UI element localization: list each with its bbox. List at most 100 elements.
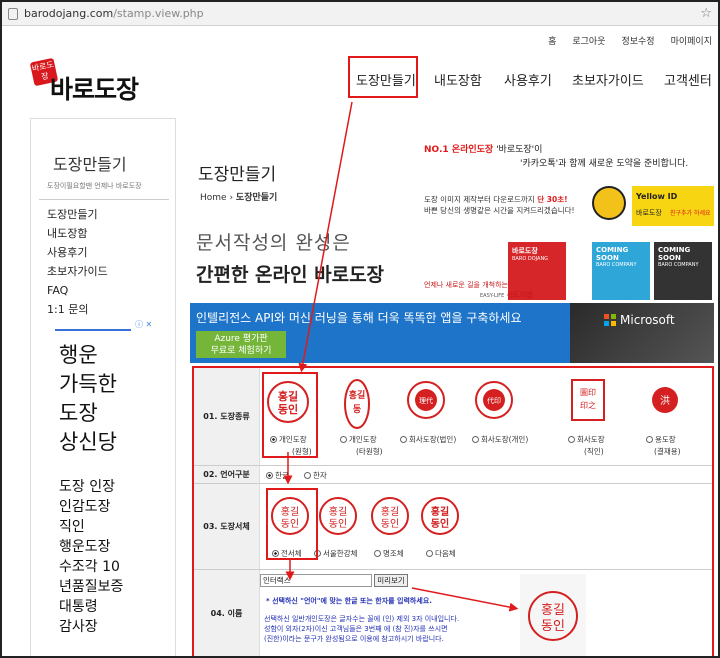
util-link-mypage[interactable]: 마이페이지: [671, 34, 712, 47]
ms-headline: 인텔리전스 API와 머신 러닝을 통해 더욱 똑똑한 앱을 구축하세요: [196, 311, 522, 325]
stamp-preview-image: 홍길 동인: [520, 574, 586, 658]
form-row-language: 02. 언어구분 한글 한자: [194, 466, 712, 484]
sidebar-item-reviews[interactable]: 사용후기: [47, 243, 108, 262]
svg-text:홍길: 홍길: [329, 505, 347, 518]
stamp-seal-icon[interactable]: 圖印 印之: [570, 378, 606, 424]
main-nav: 도장만들기 내도장함 사용후기 초보자가이드 고객센터: [348, 56, 720, 98]
svg-text:홍길: 홍길: [349, 389, 366, 401]
azure-trial-button[interactable]: Azure 평가판 무료로 체험하기: [196, 331, 286, 358]
ad-banner-microsoft[interactable]: 인텔리전스 API와 머신 러닝을 통해 더욱 똑똑한 앱을 구축하세요 Azu…: [190, 303, 714, 363]
sidebar: 도장만들기 도장이필요할땐 언제나 바로도장 도장만들기 내도장함 사용후기 초…: [30, 118, 176, 658]
stamp-company-personal-icon[interactable]: 代印: [474, 378, 514, 422]
svg-text:圖印: 圖印: [580, 388, 596, 397]
radio-stamp-type-company-personal[interactable]: 회사도장(개인): [472, 434, 528, 445]
ad-top-line: [55, 329, 131, 331]
sidebar-divider: [39, 199, 169, 200]
svg-text:홍길: 홍길: [541, 603, 565, 618]
promo-line-2: '카카오톡'과 함께 새로운 도약을 준비합니다.: [520, 159, 689, 169]
svg-text:동: 동: [353, 404, 361, 415]
svg-text:代印: 代印: [487, 396, 501, 405]
promo-line-4: 언제나 새로운 길을 개척하는: [424, 281, 508, 289]
page-icon: [8, 7, 18, 20]
sidebar-title: 도장만들기: [53, 155, 127, 174]
stamp-order-form: 01. 도장종류 홍길 동인 홍길 동 理代 代印 圖印 印之 洪 개인도장 (…: [192, 366, 714, 658]
url-text[interactable]: barodojang.com/stamp.view.php: [24, 7, 700, 20]
svg-text:동인: 동인: [381, 518, 399, 530]
nav-item-beginner-guide[interactable]: 초보자가이드: [572, 70, 644, 89]
stamp-oval-icon[interactable]: 홍길 동: [342, 376, 372, 432]
svg-text:印之: 印之: [580, 400, 596, 410]
form-row-stamp-type: 01. 도장종류 홍길 동인 홍길 동 理代 代印 圖印 印之 洪 개인도장 (…: [194, 368, 712, 466]
form-row-name: 04. 이름 인터랙스 미리보기 * 선택하신 "언어"에 맞는 한글 또는 한…: [194, 570, 712, 658]
sidebar-subtitle: 도장이필요할땐 언제나 바로도장: [47, 182, 142, 190]
breadcrumb-current: 도장만들기: [235, 193, 278, 203]
svg-text:동인: 동인: [431, 517, 449, 530]
font-daum-icon[interactable]: 홍길 동인: [420, 494, 460, 540]
promo-tile-coming-soon-1[interactable]: COMING SOON BARO COMPANY: [592, 242, 650, 300]
font-seoul-hangang-icon[interactable]: 홍길 동인: [318, 494, 358, 540]
svg-text:理代: 理代: [419, 396, 433, 405]
util-link-edit-profile[interactable]: 정보수정: [621, 34, 654, 47]
stamp-approval-icon[interactable]: 洪: [650, 384, 680, 418]
svg-text:동인: 동인: [541, 619, 565, 634]
sidebar-menu: 도장만들기 내도장함 사용후기 초보자가이드 FAQ 1:1 문의: [47, 205, 108, 319]
promo-line-5: EASY-LIFE 선도기업: [480, 291, 533, 299]
breadcrumb-home[interactable]: Home: [200, 193, 227, 203]
address-bar[interactable]: barodojang.com/stamp.view.php ☆: [2, 2, 718, 26]
radio-stamp-type-corp[interactable]: 회사도장(법인): [400, 434, 456, 445]
promo-tile-coming-soon-2[interactable]: COMING SOON BARO COMPANY: [654, 242, 712, 300]
sidebar-item-make-stamp[interactable]: 도장만들기: [47, 205, 108, 224]
promo-banner[interactable]: NO.1 온라인도장 '바로도장'이 '카카오톡'과 함께 새로운 도약을 준비…: [420, 130, 714, 302]
radio-stamp-type-seal[interactable]: 회사도장: [568, 434, 605, 445]
page-title: 도장만들기: [198, 165, 277, 185]
stamp-company-corp-icon[interactable]: 理代: [406, 378, 446, 422]
radio-stamp-type-approval[interactable]: 용도장: [646, 434, 676, 445]
radio-stamp-type-approval-sub: (결재용): [654, 447, 681, 456]
svg-text:홍길: 홍길: [431, 505, 449, 518]
mascot-icon: [592, 186, 626, 220]
font-myeongjo-icon[interactable]: 홍길 동인: [370, 494, 410, 540]
radio-stamp-type-seal-sub: (직인): [584, 447, 604, 456]
promo-line-3: 도장 이미지 제작부터 다운로드까지 단 30초! 바쁜 당신의 생명같은 시간…: [424, 195, 575, 215]
name-input[interactable]: 인터랙스: [260, 574, 372, 587]
ad-headline: 행운 가득한 도장 상신당: [59, 343, 117, 454]
kakao-yellow-id-badge[interactable]: Yellow ID 바로도장 친구추가 하세요: [632, 186, 714, 226]
radio-font-daum[interactable]: 다음체: [426, 548, 456, 559]
microsoft-logo-icon: [604, 314, 616, 326]
preview-button[interactable]: 미리보기: [374, 574, 408, 587]
promo-line-1: NO.1 온라인도장 '바로도장'이: [424, 145, 543, 155]
radio-language-korean[interactable]: 한글: [266, 470, 289, 481]
breadcrumb: Home › 도장만들기: [200, 190, 277, 203]
logo-text: 바로도장: [50, 75, 139, 104]
radio-stamp-type-oval-sub: (타원형): [356, 447, 383, 456]
label-font: 03. 도장서체: [194, 484, 260, 569]
sidebar-item-faq[interactable]: FAQ: [47, 281, 108, 300]
name-guide: 선택하신 일반개인도장은 글자수는 꼴에 (인) 제외 3자 이내입니다. 성함…: [264, 615, 460, 643]
ms-photo: [570, 303, 714, 363]
star-icon[interactable]: ☆: [700, 6, 712, 21]
ad-choices-icon[interactable]: ⓘ ✕: [135, 319, 152, 330]
nav-item-my-stamps[interactable]: 내도장함: [434, 70, 482, 89]
radio-font-myeongjo[interactable]: 명조체: [374, 548, 404, 559]
name-note: * 선택하신 "언어"에 맞는 한글 또는 한자를 입력하세요.: [266, 597, 432, 605]
radio-font-seoul-hangang[interactable]: 서울한강체: [314, 548, 358, 559]
label-stamp-type: 01. 도장종류: [194, 368, 260, 465]
nav-item-customer-center[interactable]: 고객센터: [664, 70, 712, 89]
utility-links: 홈 로그아웃 정보수정 마이페이지: [548, 34, 712, 47]
label-language: 02. 언어구분: [194, 466, 260, 483]
highlight-font: [266, 488, 318, 560]
form-row-font: 03. 도장서체 홍길 동인 홍길 동인 홍길 동인 홍길 동인 전서체 서울한…: [194, 484, 712, 570]
nav-item-make-stamp[interactable]: 도장만들기: [356, 70, 416, 89]
sidebar-item-my-stamps[interactable]: 내도장함: [47, 224, 108, 243]
sidebar-item-inquiry[interactable]: 1:1 문의: [47, 300, 108, 319]
microsoft-logo: Microsoft: [604, 313, 675, 327]
radio-language-hanja[interactable]: 한자: [304, 470, 327, 481]
radio-stamp-type-oval[interactable]: 개인도장: [340, 434, 377, 445]
sidebar-item-guide[interactable]: 초보자가이드: [47, 262, 108, 281]
site-logo[interactable]: 바로도장 바로도장: [29, 57, 160, 104]
nav-item-reviews[interactable]: 사용후기: [504, 70, 552, 89]
util-link-home[interactable]: 홈: [548, 34, 556, 47]
tagline-2: 간편한 온라인 바로도장: [196, 264, 385, 286]
util-link-logout[interactable]: 로그아웃: [572, 34, 605, 47]
ad-body: 도장 인장 인감도장 직인 행운도장 수조각 10 년품질보증 대통령 감사장: [59, 479, 124, 635]
